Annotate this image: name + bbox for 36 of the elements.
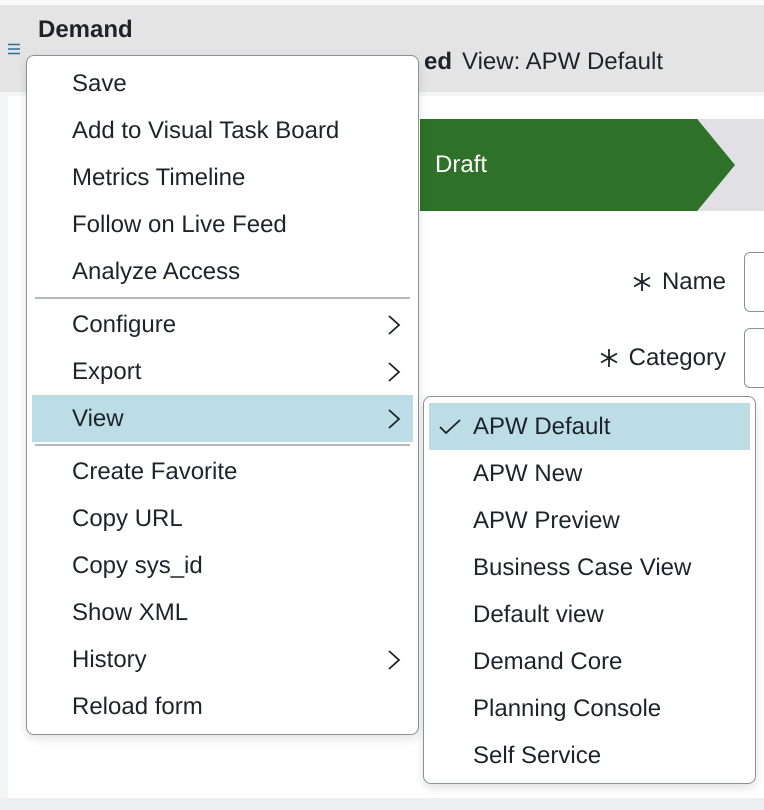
menu-icon[interactable] xyxy=(8,43,20,55)
menu-item[interactable]: Add to Visual Task Board xyxy=(32,107,413,154)
menu-item[interactable]: Show XML xyxy=(32,589,413,636)
submenu-item[interactable]: Default view xyxy=(429,591,750,638)
chevron-right-icon xyxy=(387,408,401,430)
submenu-item[interactable]: APW Default xyxy=(429,403,750,450)
menu-item[interactable]: Metrics Timeline xyxy=(32,154,413,201)
view-label: View: APW Default xyxy=(462,47,663,77)
submenu-item[interactable]: APW New xyxy=(429,450,750,497)
field-label: Name xyxy=(662,268,726,296)
record-subtitle: ed xyxy=(424,47,452,77)
menu-item[interactable]: Copy URL xyxy=(32,495,413,542)
field-label: Category xyxy=(628,344,726,372)
submenu-item[interactable]: Planning Console xyxy=(429,685,750,732)
checkmark-icon xyxy=(439,418,461,434)
menu-item[interactable]: Create Favorite xyxy=(32,448,413,495)
chevron-right-icon xyxy=(387,314,401,336)
submenu-item[interactable]: Self Service xyxy=(429,732,750,779)
stage-chevron: Draft xyxy=(420,119,735,211)
submenu-item[interactable]: APW Preview xyxy=(429,497,750,544)
menu-item[interactable]: Export xyxy=(32,348,413,395)
chevron-right-icon xyxy=(387,648,401,670)
menu-item[interactable]: History xyxy=(32,636,413,683)
chevron-right-icon xyxy=(387,360,401,382)
menu-item[interactable]: Reload form xyxy=(32,683,413,730)
menu-item[interactable]: Analyze Access xyxy=(32,248,413,295)
form-title: Demand xyxy=(38,15,134,45)
menu-item[interactable]: View xyxy=(32,395,413,442)
input-field[interactable] xyxy=(744,328,764,388)
submenu-item[interactable]: Demand Core xyxy=(429,638,750,685)
submenu-item[interactable]: Business Case View xyxy=(429,544,750,591)
menu-item[interactable]: Copy sys_id xyxy=(32,542,413,589)
menu-item[interactable]: Follow on Live Feed xyxy=(32,201,413,248)
input-field[interactable] xyxy=(744,252,764,312)
menu-item[interactable]: Configure xyxy=(32,301,413,348)
menu-item[interactable]: Save xyxy=(32,60,413,107)
